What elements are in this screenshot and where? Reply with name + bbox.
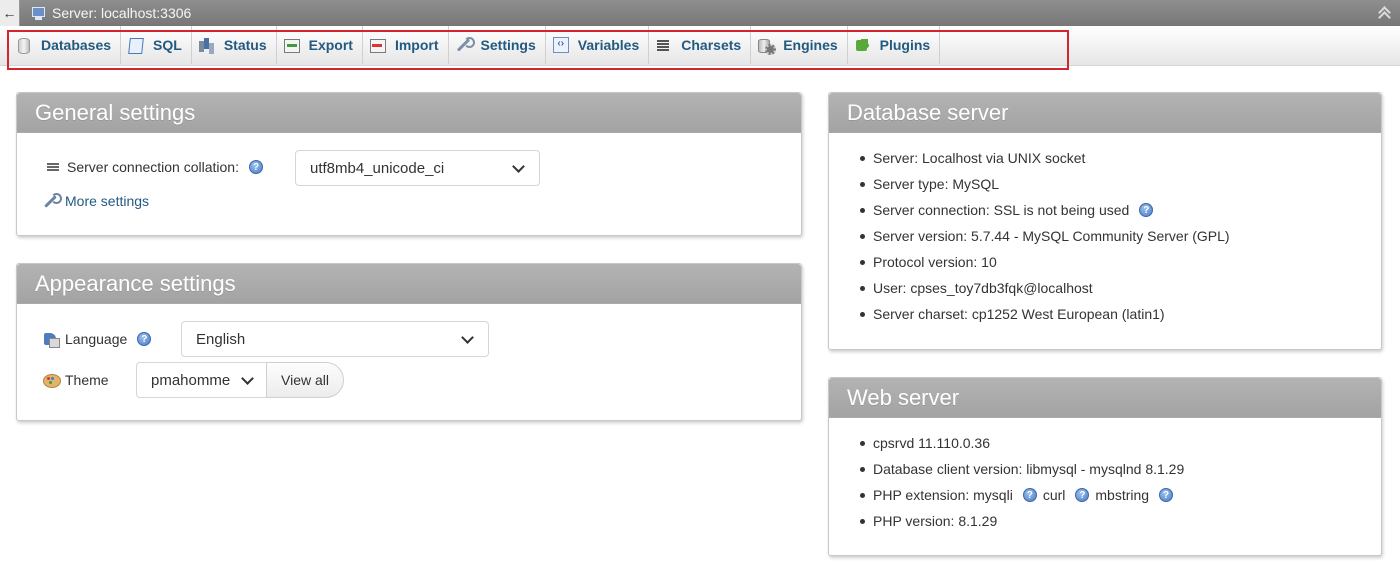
list-item: Server: Localhost via UNIX socket <box>829 145 1230 171</box>
tab-label: Variables <box>577 37 640 53</box>
language-icon <box>43 331 60 348</box>
tab-import[interactable]: Import <box>363 26 449 64</box>
list-item: User: cpses_toy7db3fqk@localhost <box>829 275 1230 301</box>
palette-icon <box>43 372 61 388</box>
chevron-down-icon <box>512 160 525 173</box>
tab-label: SQL <box>153 37 182 53</box>
language-row: Language ? <box>43 331 152 348</box>
appearance-settings-panel: Appearance settings Language ? English T… <box>16 263 802 421</box>
wrench-icon <box>43 193 62 209</box>
tab-label: Settings <box>480 37 536 53</box>
tab-label: Import <box>394 37 439 53</box>
view-all-button[interactable]: View all <box>266 362 344 398</box>
item-text: Server version: 5.7.44 - MySQL Community… <box>873 228 1230 244</box>
back-arrow-icon[interactable]: ← <box>0 0 20 26</box>
collation-label: Server connection collation: <box>67 159 239 175</box>
plugin-icon <box>854 37 870 53</box>
collation-icon <box>45 159 61 175</box>
tab-engines[interactable]: Engines <box>751 26 848 64</box>
list-item: Server version: 5.7.44 - MySQL Community… <box>829 223 1230 249</box>
item-text: PHP version: 8.1.29 <box>873 513 998 529</box>
tab-databases[interactable]: Databases <box>9 26 122 64</box>
item-text: Server connection: SSL is not being used <box>873 202 1130 218</box>
chevron-down-icon <box>241 372 254 385</box>
general-settings-panel: General settings Server connection colla… <box>16 92 802 236</box>
database-icon <box>15 37 31 54</box>
theme-label: Theme <box>65 372 109 388</box>
list-item: PHP extension: mysqli ? curl ? mbstring … <box>829 482 1184 508</box>
help-icon[interactable]: ? <box>137 332 152 346</box>
item-text: cpsrvd 11.110.0.36 <box>873 435 991 451</box>
help-icon[interactable]: ? <box>1159 488 1174 502</box>
help-icon[interactable]: ? <box>1075 488 1090 502</box>
variables-icon <box>552 37 569 53</box>
list-item: Server type: MySQL <box>829 171 1230 197</box>
language-label: Language <box>65 331 128 347</box>
language-select[interactable]: English <box>181 321 489 357</box>
import-icon <box>369 37 386 53</box>
item-text: User: cpses_toy7db3fqk@localhost <box>873 280 1093 296</box>
tab-label: Databases <box>41 37 112 53</box>
tab-charsets[interactable]: Charsets <box>649 26 752 64</box>
list-item: Protocol version: 10 <box>829 249 1230 275</box>
tab-label: Status <box>223 37 267 53</box>
item-text: Protocol version: 10 <box>873 254 997 270</box>
tab-label: Plugins <box>879 37 931 53</box>
list-item: Server charset: cp1252 West European (la… <box>829 301 1230 327</box>
panel-title: Appearance settings <box>17 264 801 304</box>
item-text: Database client version: libmysql - mysq… <box>873 461 1185 477</box>
panel-title: General settings <box>17 93 801 133</box>
engines-icon <box>757 37 777 55</box>
theme-select[interactable]: pmahomme <box>136 362 267 398</box>
sql-icon <box>127 37 143 53</box>
collapse-icon[interactable] <box>1378 5 1390 19</box>
tab-label: Export <box>308 37 353 53</box>
item-text: curl <box>1042 487 1066 503</box>
wrench-icon <box>455 37 475 53</box>
database-server-list: Server: Localhost via UNIX socket Server… <box>829 145 1230 327</box>
tab-status[interactable]: Status <box>192 26 277 64</box>
item-text: Server charset: cp1252 West European (la… <box>873 306 1165 322</box>
tab-list: Databases SQL Status Export Import Setti… <box>9 26 941 64</box>
help-icon[interactable]: ? <box>1139 203 1154 217</box>
item-text: Server type: MySQL <box>873 176 1000 192</box>
tab-bar: Databases SQL Status Export Import Setti… <box>0 26 1400 66</box>
tab-export[interactable]: Export <box>277 26 363 64</box>
help-icon[interactable]: ? <box>249 160 263 174</box>
panel-title: Database server <box>829 93 1381 133</box>
more-settings-link[interactable]: More settings <box>43 193 149 209</box>
language-value: English <box>196 330 246 348</box>
charsets-icon <box>655 37 671 53</box>
list-item: PHP version: 8.1.29 <box>829 508 1184 534</box>
database-server-panel: Database server Server: Localhost via UN… <box>828 92 1382 350</box>
web-server-panel: Web server cpsrvd 11.110.0.36 Database c… <box>828 377 1382 556</box>
item-text: mbstring <box>1095 487 1150 503</box>
top-breadcrumb-bar: ← Server: localhost:3306 <box>0 0 1400 26</box>
list-item: cpsrvd 11.110.0.36 <box>829 430 1184 456</box>
tab-variables[interactable]: Variables <box>546 26 650 64</box>
tab-label: Engines <box>783 37 838 53</box>
theme-value: pmahomme <box>151 371 231 389</box>
panel-title: Web server <box>829 378 1381 418</box>
item-text: Server: Localhost via UNIX socket <box>873 150 1086 166</box>
list-item: Server connection: SSL is not being used… <box>829 197 1230 223</box>
chevron-down-icon <box>461 331 474 344</box>
tab-plugins[interactable]: Plugins <box>848 26 941 64</box>
tab-sql[interactable]: SQL <box>121 26 192 64</box>
tab-settings[interactable]: Settings <box>449 26 546 64</box>
export-icon <box>283 37 300 53</box>
web-server-list: cpsrvd 11.110.0.36 Database client versi… <box>829 430 1184 534</box>
collation-select[interactable]: utf8mb4_unicode_ci <box>295 150 540 186</box>
item-text: PHP extension: mysqli <box>873 487 1013 503</box>
server-icon <box>30 6 46 20</box>
status-icon <box>198 37 214 53</box>
collation-value: utf8mb4_unicode_ci <box>310 159 445 177</box>
theme-row: Theme <box>43 372 109 388</box>
list-item: Database client version: libmysql - mysq… <box>829 456 1184 482</box>
tab-label: Charsets <box>681 37 742 53</box>
breadcrumb-server[interactable]: Server: localhost:3306 <box>52 5 191 21</box>
more-settings-label: More settings <box>65 193 150 209</box>
collation-row: Server connection collation: ? <box>45 159 263 175</box>
help-icon[interactable]: ? <box>1022 488 1037 502</box>
